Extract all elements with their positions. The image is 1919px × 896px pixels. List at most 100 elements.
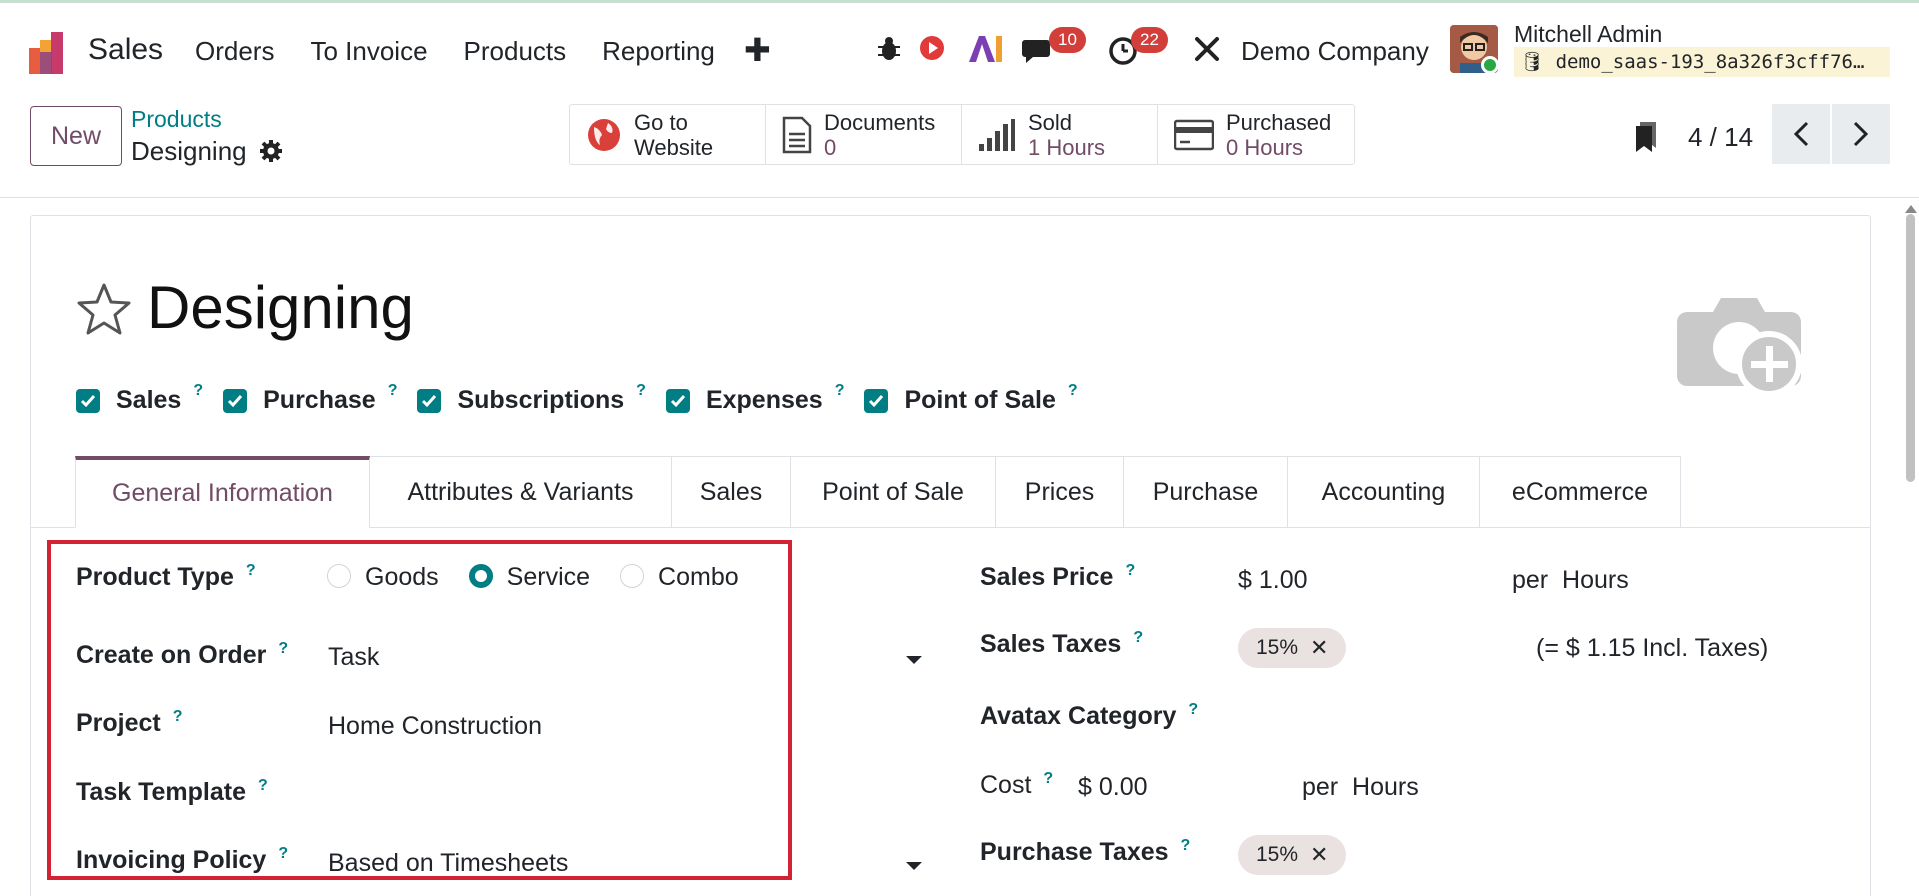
help-tooltip[interactable]: ?: [278, 640, 288, 657]
bookmark-icon[interactable]: [1632, 120, 1660, 154]
bar-chart-icon: [979, 118, 1015, 151]
close-icon[interactable]: ✕: [1310, 635, 1328, 661]
sales-taxes-label: Sales Taxes?: [980, 629, 1143, 659]
sales-price-field[interactable]: $ 1.00: [1238, 566, 1308, 595]
tab-sales[interactable]: Sales: [672, 456, 791, 528]
chevron-down-icon[interactable]: [906, 656, 922, 664]
help-tooltip[interactable]: ?: [246, 562, 256, 579]
sold-value: 1 Hours: [1028, 134, 1106, 160]
check-icon[interactable]: [864, 388, 889, 413]
radio-button[interactable]: [620, 564, 645, 589]
help-tooltip[interactable]: ?: [388, 382, 398, 400]
tab-accounting[interactable]: Accounting: [1288, 456, 1480, 528]
radio-button[interactable]: [327, 564, 351, 589]
purchase-taxes-label-text: Purchase Taxes: [980, 838, 1169, 866]
menu-orders[interactable]: Orders: [195, 36, 274, 67]
chevron-down-icon[interactable]: [906, 862, 922, 870]
check-icon[interactable]: [76, 388, 100, 413]
help-tooltip[interactable]: ?: [1133, 629, 1143, 646]
check-icon[interactable]: [665, 388, 690, 413]
invoicing-policy-select[interactable]: Based on Timesheets: [328, 849, 568, 878]
sales-price-uom: per Hours: [1512, 566, 1629, 595]
menu-to-invoice[interactable]: To Invoice: [310, 36, 427, 67]
checkbox-sales[interactable]: Sales ?: [76, 382, 203, 415]
tab-ecommerce[interactable]: eCommerce: [1480, 456, 1681, 528]
gear-icon[interactable]: [259, 139, 283, 163]
radio-button-selected[interactable]: [468, 564, 493, 589]
radio-goods[interactable]: Goods: [327, 563, 439, 592]
tab-purchase[interactable]: Purchase: [1124, 456, 1288, 528]
help-tooltip[interactable]: ?: [1125, 562, 1135, 579]
checkbox-expenses[interactable]: Expenses ?: [665, 382, 844, 415]
company-switcher[interactable]: Demo Company: [1241, 36, 1429, 67]
go-to-website-button[interactable]: Go to Website: [570, 105, 766, 164]
help-tooltip[interactable]: ?: [1181, 837, 1191, 854]
user-name[interactable]: Mitchell Admin: [1514, 21, 1662, 48]
tab-general-information[interactable]: General Information: [75, 456, 370, 528]
cost-label: Cost?: [980, 770, 1053, 800]
menu-products[interactable]: Products: [464, 36, 567, 67]
combo-label: Combo: [658, 563, 739, 591]
breadcrumb-products[interactable]: Products: [131, 106, 222, 133]
checkbox-point-of-sale[interactable]: Point of Sale ?: [864, 382, 1078, 415]
task-template-field[interactable]: [328, 776, 888, 810]
control-panel: New Products Designing Go to Website Doc…: [0, 94, 1919, 198]
radio-service[interactable]: Service: [468, 563, 590, 592]
check-icon[interactable]: [223, 388, 248, 413]
project-field[interactable]: Home Construction: [328, 712, 542, 741]
purchased-button[interactable]: Purchased 0 Hours: [1158, 105, 1354, 164]
favorite-star-icon[interactable]: [76, 282, 132, 336]
checkbox-subscriptions[interactable]: Subscriptions ?: [417, 382, 646, 415]
close-icon[interactable]: ✕: [1310, 842, 1328, 868]
purchase-flag-label: Purchase: [263, 386, 376, 414]
app-name[interactable]: Sales: [88, 33, 163, 67]
create-on-order-select[interactable]: Task: [328, 643, 379, 672]
top-navbar: Sales Orders To Invoice Products Reporti…: [0, 0, 1919, 94]
check-icon[interactable]: [417, 388, 442, 413]
ai-icon[interactable]: [967, 35, 1003, 63]
help-tooltip[interactable]: ?: [193, 382, 203, 400]
help-tooltip[interactable]: ?: [278, 845, 288, 862]
cost-field[interactable]: $ 0.00: [1078, 773, 1148, 802]
record-play-icon[interactable]: [919, 35, 945, 61]
help-tooltip[interactable]: ?: [258, 777, 268, 794]
chat-badge: 10: [1049, 27, 1086, 53]
tab-point-of-sale[interactable]: Point of Sale: [791, 456, 996, 528]
invoicing-policy-label: Invoicing Policy?: [76, 845, 288, 875]
invoicing-policy-label-text: Invoicing Policy: [76, 846, 267, 874]
help-tooltip[interactable]: ?: [173, 708, 183, 725]
point-of-sale-flag-label: Point of Sale: [904, 386, 1056, 414]
sold-button[interactable]: Sold 1 Hours: [962, 105, 1158, 164]
sales-app-icon[interactable]: [27, 30, 71, 74]
documents-button[interactable]: Documents 0: [766, 105, 962, 164]
product-image-placeholder[interactable]: [1673, 290, 1807, 402]
scroll-up-arrow-icon[interactable]: [1905, 205, 1917, 213]
new-button[interactable]: New: [30, 106, 122, 166]
plus-icon[interactable]: ✚: [744, 31, 771, 69]
tab-attributes-variants[interactable]: Attributes & Variants: [370, 456, 672, 528]
task-template-label-text: Task Template: [76, 778, 246, 806]
tab-prices[interactable]: Prices: [996, 456, 1124, 528]
help-tooltip[interactable]: ?: [1043, 770, 1053, 787]
sales-tax-tag[interactable]: 15% ✕: [1238, 628, 1347, 668]
help-tooltip[interactable]: ?: [1188, 701, 1198, 718]
help-tooltip[interactable]: ?: [636, 382, 646, 400]
sales-price-label: Sales Price?: [980, 562, 1135, 592]
help-tooltip[interactable]: ?: [835, 382, 845, 400]
scrollbar-thumb[interactable]: [1906, 214, 1915, 482]
pager-value[interactable]: 4 / 14: [1688, 122, 1753, 153]
radio-combo[interactable]: Combo: [620, 563, 739, 592]
bug-icon[interactable]: [876, 35, 902, 63]
checkbox-purchase[interactable]: Purchase ?: [223, 382, 397, 415]
pager-next-button[interactable]: [1832, 104, 1890, 164]
help-tooltip[interactable]: ?: [1068, 382, 1078, 400]
menu-reporting[interactable]: Reporting: [602, 36, 715, 67]
smart-buttons: Go to Website Documents 0 Sold 1 Hours P…: [569, 104, 1355, 165]
cost-label-text: Cost: [980, 771, 1032, 799]
per-label: per: [1512, 566, 1549, 594]
purchase-tax-tag[interactable]: 15% ✕: [1238, 835, 1347, 875]
product-name-field[interactable]: Designing: [147, 273, 414, 342]
pager-previous-button[interactable]: [1772, 104, 1830, 164]
chevron-left-icon: [1793, 121, 1809, 147]
tools-icon[interactable]: [1193, 35, 1221, 63]
